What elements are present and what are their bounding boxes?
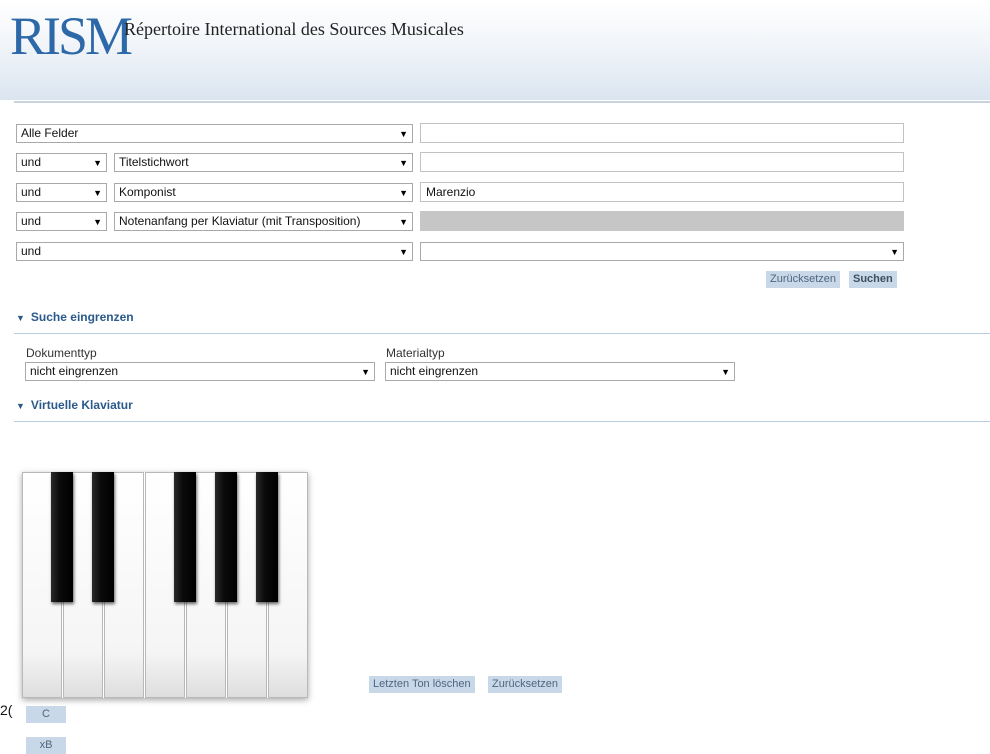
dropdown-arrow-icon: ▼ bbox=[93, 158, 102, 168]
doc-type-value: nicht eingrenzen bbox=[30, 364, 119, 378]
field-select-2[interactable]: Titelstichwort ▼ bbox=[114, 153, 413, 172]
doc-type-label: Dokumenttyp bbox=[26, 346, 97, 360]
dropdown-arrow-icon: ▼ bbox=[361, 367, 370, 377]
dropdown-arrow-icon: ▼ bbox=[890, 247, 899, 257]
virtual-piano-keyboard bbox=[22, 472, 308, 698]
field-select-5[interactable]: ▼ bbox=[420, 242, 904, 261]
collapse-triangle-icon: ▼ bbox=[16, 401, 25, 411]
operator-select-2-value: und bbox=[21, 155, 42, 169]
dropdown-arrow-icon: ▼ bbox=[399, 129, 408, 139]
operator-select-3-value: und bbox=[21, 185, 42, 199]
field-select-3-value: Komponist bbox=[119, 185, 176, 199]
piano-black-key[interactable] bbox=[215, 472, 237, 602]
site-header: RISM Répertoire International des Source… bbox=[0, 0, 990, 100]
delete-last-note-button[interactable]: Letzten Ton löschen bbox=[369, 676, 475, 693]
keyboard-section-title: Virtuelle Klaviatur bbox=[30, 398, 133, 412]
doc-type-select[interactable]: nicht eingrenzen ▼ bbox=[25, 362, 375, 381]
dropdown-arrow-icon: ▼ bbox=[399, 188, 408, 198]
note-xb-button[interactable]: xB bbox=[26, 737, 66, 754]
operator-select-3[interactable]: und ▼ bbox=[16, 183, 107, 202]
search-button[interactable]: Suchen bbox=[849, 271, 897, 288]
field-select-3[interactable]: Komponist ▼ bbox=[114, 183, 413, 202]
operator-select-5[interactable]: und ▼ bbox=[16, 242, 413, 261]
field-select-4[interactable]: Notenanfang per Klaviatur (mit Transposi… bbox=[114, 212, 413, 231]
material-type-value: nicht eingrenzen bbox=[390, 364, 479, 378]
dropdown-arrow-icon: ▼ bbox=[399, 158, 408, 168]
dropdown-arrow-icon: ▼ bbox=[399, 217, 408, 227]
field-select-4-value: Notenanfang per Klaviatur (mit Transposi… bbox=[119, 214, 361, 228]
search-value-2[interactable] bbox=[420, 152, 904, 172]
truncated-text: 2( bbox=[0, 702, 13, 718]
reset-button[interactable]: Zurücksetzen bbox=[766, 271, 841, 288]
dropdown-arrow-icon: ▼ bbox=[93, 188, 102, 198]
note-c-button[interactable]: C bbox=[26, 706, 66, 723]
operator-select-5-value: und bbox=[21, 244, 42, 258]
operator-select-4[interactable]: und ▼ bbox=[16, 212, 107, 231]
field-select-1-value: Alle Felder bbox=[21, 126, 79, 140]
field-select-1[interactable]: Alle Felder ▼ bbox=[16, 124, 413, 143]
piano-black-key[interactable] bbox=[174, 472, 196, 602]
material-type-select[interactable]: nicht eingrenzen ▼ bbox=[385, 362, 735, 381]
site-title: Répertoire International des Sources Mus… bbox=[124, 19, 464, 39]
refine-section-header[interactable]: ▼ Suche eingrenzen bbox=[16, 310, 134, 324]
collapse-triangle-icon: ▼ bbox=[16, 313, 25, 323]
field-select-2-value: Titelstichwort bbox=[119, 155, 189, 169]
refine-section-title: Suche eingrenzen bbox=[30, 310, 134, 324]
reset-keyboard-button[interactable]: Zurücksetzen bbox=[488, 676, 563, 693]
refine-divider bbox=[14, 333, 990, 334]
operator-select-4-value: und bbox=[21, 214, 42, 228]
material-type-label: Materialtyp bbox=[386, 346, 445, 360]
operator-select-2[interactable]: und ▼ bbox=[16, 153, 107, 172]
header-divider bbox=[14, 101, 990, 103]
search-value-1[interactable] bbox=[420, 123, 904, 143]
keyboard-divider bbox=[14, 421, 990, 422]
dropdown-arrow-icon: ▼ bbox=[721, 367, 730, 377]
dropdown-arrow-icon: ▼ bbox=[93, 217, 102, 227]
rism-logo[interactable]: RISM bbox=[10, 4, 133, 68]
piano-black-key[interactable] bbox=[51, 472, 73, 602]
search-value-4-disabled bbox=[420, 211, 904, 231]
piano-black-key[interactable] bbox=[256, 472, 278, 602]
keyboard-section-header[interactable]: ▼ Virtuelle Klaviatur bbox=[16, 398, 133, 412]
piano-black-key[interactable] bbox=[92, 472, 114, 602]
search-value-3[interactable]: Marenzio bbox=[420, 182, 904, 202]
dropdown-arrow-icon: ▼ bbox=[399, 247, 408, 257]
